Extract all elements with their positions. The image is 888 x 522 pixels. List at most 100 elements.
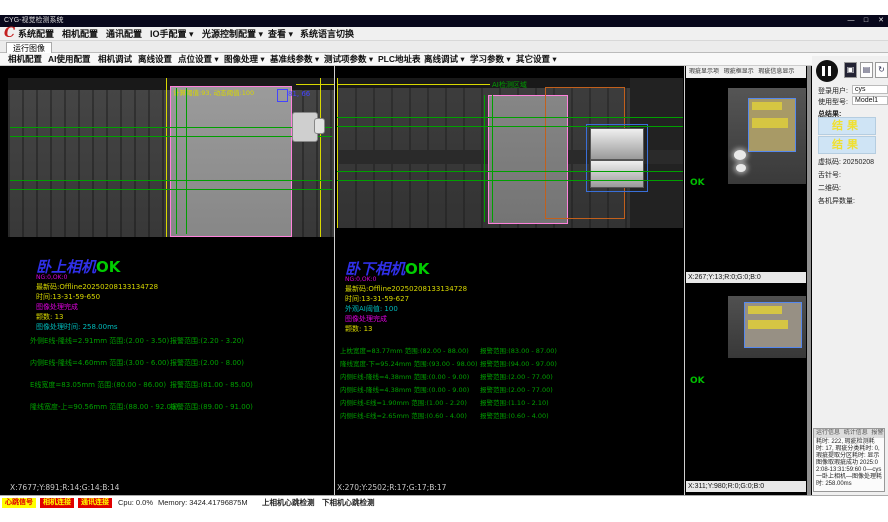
sidebar: ▣ ▤ ↻ 登录用户: cys 使用型号: Model1 总结果: 结果 结果 … [812,56,888,495]
tool-point-setting[interactable]: 点位设置 ▾ [178,53,219,66]
left-pixel-coords: X:7677;Y:891;R:14;G:14;B:14 [10,483,119,492]
thumb1-highlight-2 [752,118,788,128]
middle-green-vline-2 [492,95,493,222]
menu-language-switch[interactable]: 系统语言切换 [300,27,354,41]
thumb2-ok-label: OK [690,376,705,386]
menu-view[interactable]: 查看 ▾ [268,27,293,41]
needle-number-label: 舌针号: [818,170,841,180]
tool-other-setting[interactable]: 其它设置 ▾ [516,53,557,66]
left-measure-3: E线宽度=83.05mm 范围:(80.00 - 86.00) [30,380,166,390]
tool-plc-address[interactable]: PLC地址表 [378,53,421,66]
tool-test-params[interactable]: 测试项参数 ▾ [324,53,373,66]
login-user-value[interactable]: cys [852,85,888,94]
maximize-button[interactable]: □ [859,15,873,27]
tool-baseline-params[interactable]: 基准线参数 ▾ [270,53,319,66]
app-window: CYG-视觉检测系统 — □ ✕ C 系统配置 相机配置 通讯配置 IO手配置 … [0,0,888,522]
middle-alarm-1: 报警范围:(83.00 - 87.00) [480,345,557,355]
tool-camera-debug[interactable]: 相机调试 [98,53,132,66]
tab-alarm-info[interactable]: 报警信息 [871,430,885,436]
cpu-usage-text: Cpu: 0.0% [118,498,153,508]
refresh-icon[interactable]: ↻ [875,62,888,78]
middle-green-vline-1 [484,95,485,222]
menu-comm-config[interactable]: 通讯配置 [106,27,142,41]
window-title: CYG-视觉检测系统 [4,17,64,24]
minimize-button[interactable]: — [844,15,858,27]
menu-light-config[interactable]: 光源控制配置 ▾ [202,27,263,41]
middle-bright-window-2 [590,160,644,188]
left-output-line: NG:0,OK:0 [36,274,67,281]
thumb1-glow-2 [736,164,746,172]
pause-icon [828,66,831,76]
toolbar: 相机配置 AI使用配置 相机调试 离线设置 点位设置 ▾ 图像处理 ▾ 基准线参… [0,53,888,66]
left-green-hline-3 [10,180,332,181]
result-box-1: 结果 [818,117,876,135]
tabstrip: 运行图像 [0,41,888,53]
thumb1-ok-label: OK [690,178,705,188]
tab-defect-frame[interactable]: 瑕疵框显示 [724,69,754,75]
image-save-icon[interactable]: ▤ [860,62,873,78]
middle-time: 时间:13-31-59-627 [345,294,409,304]
left-time: 时间:13-31-59-650 [36,292,100,302]
middle-green-hline-1 [337,117,683,118]
thumb2-pixel-coords: X:311;Y:980;R:0;G:0;B:0 [686,481,806,492]
upper-camera-heartbeat-link[interactable]: 上相机心跳检测 [262,498,315,508]
left-connector-tip [314,118,325,134]
pause-button[interactable] [816,60,838,82]
left-alarm-2: 报警范围:(2.00 - 8.00) [170,358,244,368]
main-view-area: 计算阈值:93, 动态阈值:100 81, 66 卧上相机OK NG:0,OK:… [0,66,812,495]
middle-alarm-6: 报警范围:(0.60 - 4.00) [480,410,549,420]
tool-offline-setting[interactable]: 离线设置 [138,53,172,66]
login-user-label: 登录用户: [818,86,848,96]
thumbnail-camera-1[interactable]: OK [686,78,806,272]
middle-process-done: 图像处理完成 [345,314,387,324]
middle-yellow-vline [337,78,338,228]
left-alarm-1: 报警范围:(2.20 - 3.20) [170,336,244,346]
tool-camera-config[interactable]: 相机配置 [8,53,42,66]
close-button[interactable]: ✕ [874,15,888,27]
middle-measure-1: 上枕宽度=83.77mm 范围:(82.00 - 88.00) [340,345,469,355]
middle-alarm-3: 报警范围:(2.00 - 77.00) [480,371,553,381]
left-barcode: 最新码:Offline20250208133134728 [36,282,158,292]
tool-learning-params[interactable]: 学习参数 ▾ [470,53,511,66]
left-blue-marker-text: 81, 66 [288,90,310,98]
model-label: 使用型号: [818,97,848,107]
sidebar-separator [807,66,811,495]
info-box: 运行信息 统计信息 报警信息 耗时: 222, 瑕疵检测耗时: 17, 瑕疵分类… [813,428,885,492]
left-measure-4: 隆线宽度-上=90.56mm 范围:(88.00 - 92.00) [30,402,178,412]
tool-ai-use-config[interactable]: AI使用配置 [48,53,91,66]
middle-measure-3: 内侧E线-隆线=4.38mm 范围:(0.00 - 9.00) [340,371,469,381]
middle-ai-region-label: AI检测区域 [492,80,527,90]
tab-defect-info[interactable]: 瑕疵信息显示 [758,69,794,75]
thumb1-pixel-coords: X:267;Y:13;R:0;G:0;B:0 [686,272,806,283]
menu-system-config[interactable]: 系统配置 [18,27,54,41]
thumbnail-camera-2[interactable]: OK [686,283,806,481]
tab-run-info[interactable]: 运行信息 [816,430,840,436]
middle-green-hline-3 [337,171,683,172]
result-box-2: 结果 [818,136,876,154]
left-green-vline-1 [176,88,177,234]
defect-display-tabs: 瑕疵显示项 瑕疵框显示 瑕疵信息显示 [686,66,806,78]
model-value[interactable]: Model1 [852,96,888,105]
left-alarm-3: 报警范围:(81.00 - 85.00) [170,380,253,390]
menu-camera-config[interactable]: 相机配置 [62,27,98,41]
left-green-hline-1 [10,127,332,128]
lower-camera-heartbeat-link[interactable]: 下相机心跳检测 [322,498,375,508]
tool-image-process[interactable]: 图像处理 ▾ [224,53,265,66]
middle-measure-2: 隆线宽度-下=95.24mm 范围:(93.00 - 98.00) [340,358,478,368]
left-count: 颗数: 13 [36,312,64,322]
middle-bright-window-1 [590,128,644,160]
virtual-code-label: 虚拟码: 20250208 [818,157,874,167]
tab-defect-display[interactable]: 瑕疵显示项 [689,69,719,75]
middle-green-hline-4 [337,180,683,181]
titlebar: CYG-视觉检测系统 — □ ✕ [0,15,888,27]
left-green-hline-2 [10,136,332,137]
qr-code-label: 二维码: [818,183,841,193]
menu-io-config[interactable]: IO手配置 ▾ [150,27,194,41]
left-product-region [170,86,292,237]
left-process-done: 图像处理完成 [36,302,78,312]
camera-snapshot-icon[interactable]: ▣ [844,62,857,78]
middle-ai-score: 外观AI阈值: 100 [345,304,398,314]
left-yellow-hline [296,84,334,85]
tool-offline-debug[interactable]: 离线调试 ▾ [424,53,465,66]
tab-stat-info[interactable]: 统计信息 [844,430,868,436]
